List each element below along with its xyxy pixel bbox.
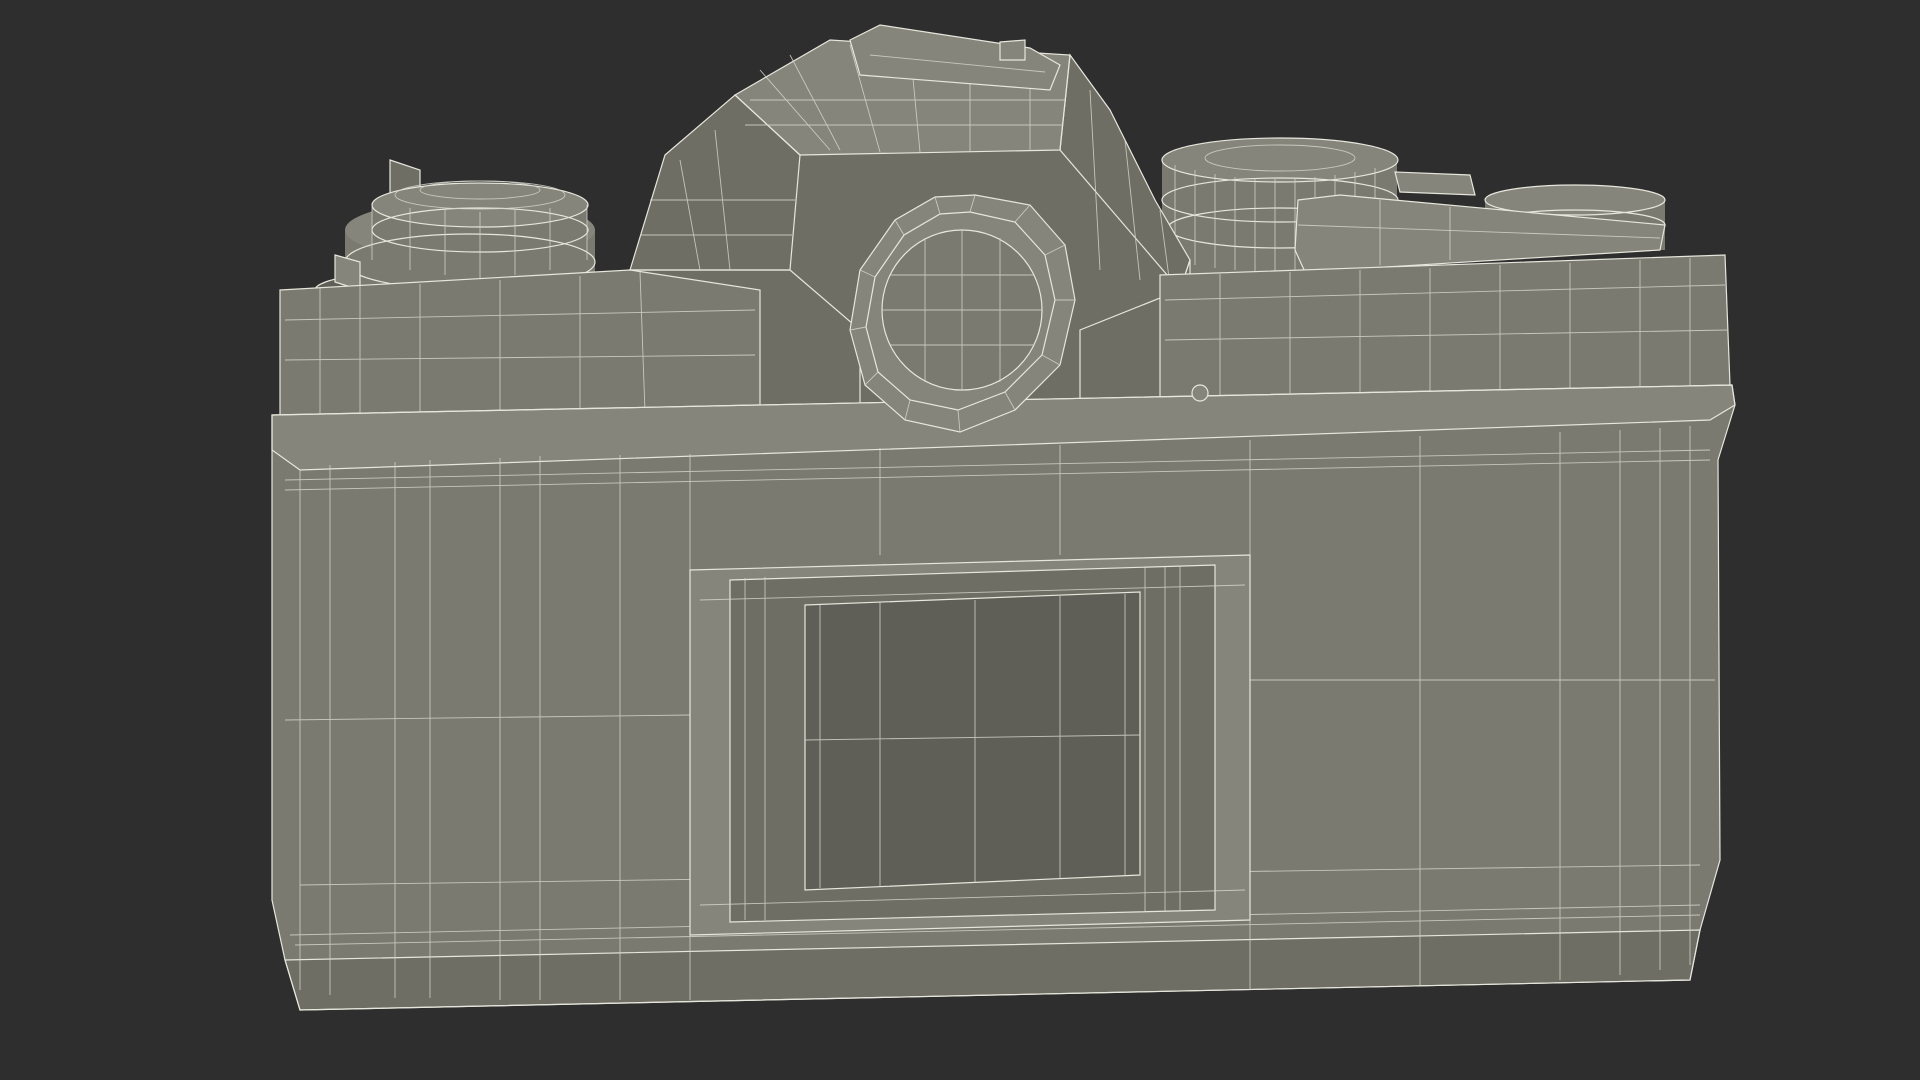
- film-memo-holder: [689, 554, 1251, 936]
- render-viewport: [0, 0, 1920, 1080]
- camera-wireframe-render: [271, 24, 1736, 1011]
